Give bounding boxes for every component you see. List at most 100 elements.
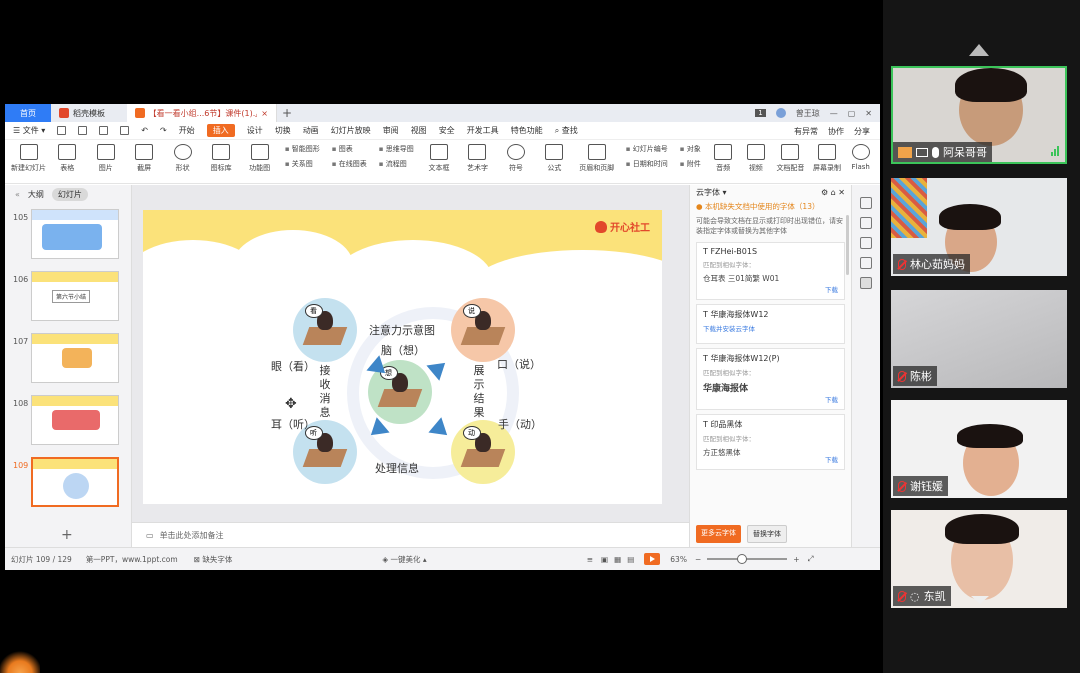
slide-editing-area[interactable]: 开心社工 看 说 想 听 动 注意力示意图 脑（想） 眼（看） 口（说） 手（动… bbox=[132, 185, 689, 522]
menu-security[interactable]: 安全 bbox=[439, 125, 455, 136]
font-card[interactable]: T 华康海报体W12(P) 匹配到相似字体： 华康海报体 下载 bbox=[696, 348, 845, 410]
play-slideshow-button[interactable] bbox=[644, 553, 661, 565]
new-tab-button[interactable]: + bbox=[277, 104, 297, 122]
textbox-button[interactable]: 文本框 bbox=[422, 144, 456, 173]
tab-slides[interactable]: 幻灯片 bbox=[51, 187, 88, 201]
undo-icon[interactable]: ↶ bbox=[141, 126, 148, 135]
symbol-button[interactable]: 符号 bbox=[499, 144, 533, 173]
reading-view-icon[interactable]: ▤ bbox=[627, 555, 634, 564]
menu-file[interactable]: ☰ 文件 ▾ bbox=[13, 125, 45, 136]
menu-features[interactable]: 特色功能 bbox=[511, 125, 543, 136]
screenshot-button[interactable]: 截屏 bbox=[127, 144, 161, 173]
animation-icon[interactable] bbox=[860, 237, 872, 249]
zoom-level[interactable]: 63% bbox=[670, 555, 687, 564]
participant-tile[interactable]: 阿呆哥哥 bbox=[891, 66, 1067, 164]
tab-outline[interactable]: 大纲 bbox=[28, 189, 44, 200]
menu-home[interactable]: 开始 bbox=[179, 125, 195, 136]
close-icon[interactable]: ✕ bbox=[838, 188, 845, 197]
formula-button[interactable]: 公式 bbox=[537, 144, 571, 173]
window-count-badge[interactable]: 1 bbox=[755, 109, 766, 117]
online-chart-button[interactable]: 在线图表 bbox=[332, 159, 367, 169]
replace-font-button[interactable]: 替换字体 bbox=[747, 525, 787, 543]
redo-icon[interactable]: ↷ bbox=[160, 126, 167, 135]
function-chart-button[interactable]: 功能图 bbox=[242, 144, 276, 173]
missing-font-status[interactable]: ⊠ 缺失字体 bbox=[194, 554, 233, 565]
slide-number-button[interactable]: 幻灯片编号 bbox=[626, 144, 668, 154]
menu-design[interactable]: 设计 bbox=[247, 125, 263, 136]
add-slide-button[interactable]: + bbox=[61, 527, 73, 543]
icon-library-button[interactable]: 图标库 bbox=[204, 144, 238, 173]
date-time-button[interactable]: 日期和时间 bbox=[626, 159, 668, 169]
more-cloud-fonts-button[interactable]: 更多云字体 bbox=[696, 525, 741, 543]
slide-thumb-109[interactable]: 109 bbox=[5, 455, 132, 513]
video-button[interactable]: 视频 bbox=[741, 144, 770, 173]
properties-icon[interactable] bbox=[860, 197, 872, 209]
font-card[interactable]: T 华康海报体W12 下载并安装云字体 bbox=[696, 304, 845, 344]
font-panel-scrollbar[interactable] bbox=[846, 215, 849, 275]
dubbing-button[interactable]: 文档配音 bbox=[774, 144, 807, 173]
export-pdf-icon[interactable] bbox=[78, 126, 88, 135]
screen-record-button[interactable]: 屏幕录制 bbox=[811, 144, 844, 173]
tab-document[interactable]: 【看一看小组...6节】课件(1).△ × bbox=[127, 104, 277, 122]
font-panel-title[interactable]: 云字体 ▾ bbox=[696, 187, 727, 198]
menu-developer[interactable]: 开发工具 bbox=[467, 125, 499, 136]
participant-tile[interactable]: 陈彬 bbox=[891, 290, 1067, 388]
settings-icon[interactable]: ⚙ bbox=[821, 188, 828, 197]
zoom-slider-knob[interactable] bbox=[737, 554, 748, 564]
tab-template[interactable]: 稻壳模板 bbox=[51, 104, 127, 122]
scroll-down-icon[interactable] bbox=[971, 596, 989, 604]
normal-view-icon[interactable]: ▣ bbox=[601, 555, 608, 564]
participant-tile[interactable]: 谢钰媛 bbox=[891, 400, 1067, 498]
user-avatar-icon[interactable] bbox=[775, 108, 786, 118]
menu-insert[interactable]: 插入 bbox=[206, 124, 235, 137]
header-footer-button[interactable]: 页眉和页脚 bbox=[576, 144, 618, 173]
user-name[interactable]: 曾王琼 bbox=[796, 108, 820, 119]
wordart-button[interactable]: 艺术字 bbox=[460, 144, 494, 173]
picture-button[interactable]: 图片 bbox=[88, 144, 122, 173]
shape-edit-icon[interactable] bbox=[860, 217, 872, 229]
flowchart-button[interactable]: 流程图 bbox=[379, 159, 414, 169]
share-button[interactable]: 分享 bbox=[854, 126, 870, 137]
attachment-button[interactable]: 附件 bbox=[680, 159, 701, 169]
menu-slideshow[interactable]: 幻灯片放映 bbox=[331, 125, 371, 136]
notes-area[interactable]: ▭ 单击此处添加备注 bbox=[132, 522, 689, 547]
chart-button[interactable]: 图表 bbox=[332, 144, 367, 154]
menu-review[interactable]: 审阅 bbox=[383, 125, 399, 136]
font-panel-toggle-icon[interactable] bbox=[860, 277, 872, 289]
font-card[interactable]: T 印品黑体 匹配到相似字体： 方正悠黑体 下载 bbox=[696, 414, 845, 470]
flash-button[interactable]: Flash bbox=[847, 144, 874, 171]
font-download-link[interactable]: 下载 bbox=[825, 284, 838, 294]
participant-tile[interactable]: ◌ 东凯 bbox=[891, 510, 1067, 608]
menu-search[interactable]: ⌕ 查找 bbox=[555, 125, 578, 136]
collapse-arrows-icon[interactable]: « bbox=[15, 190, 20, 199]
sync-status-button[interactable]: 有异常 bbox=[794, 126, 818, 137]
menu-transition[interactable]: 切换 bbox=[275, 125, 291, 136]
mindmap-button[interactable]: 思维导图 bbox=[379, 144, 414, 154]
audio-button[interactable]: 音频 bbox=[709, 144, 738, 173]
preview-icon[interactable] bbox=[120, 126, 130, 135]
zoom-slider[interactable] bbox=[707, 554, 788, 564]
collaborate-button[interactable]: 协作 bbox=[828, 126, 844, 137]
layers-icon[interactable] bbox=[860, 257, 872, 269]
pin-icon[interactable]: ⌂ bbox=[831, 188, 836, 197]
font-download-link[interactable]: 下载 bbox=[825, 454, 838, 464]
beautify-button[interactable]: ◈ 一键美化 ▴ bbox=[382, 554, 426, 565]
close-window-button[interactable]: ✕ bbox=[865, 109, 872, 118]
smart-graphic-button[interactable]: 智能图形 bbox=[285, 144, 320, 154]
tab-home[interactable]: 首页 bbox=[5, 104, 51, 122]
menu-view[interactable]: 视图 bbox=[411, 125, 427, 136]
current-slide[interactable]: 开心社工 看 说 想 听 动 注意力示意图 脑（想） 眼（看） 口（说） 手（动… bbox=[143, 210, 662, 504]
font-download-link[interactable]: 下载 bbox=[825, 394, 838, 404]
minimize-button[interactable]: — bbox=[830, 109, 838, 118]
fit-window-icon[interactable]: ⤢ bbox=[808, 554, 814, 564]
slide-thumb-105[interactable]: 105 bbox=[5, 207, 132, 265]
new-slide-button[interactable]: 新建幻灯片 bbox=[11, 144, 46, 173]
slide-thumb-108[interactable]: 108 bbox=[5, 393, 132, 451]
object-button[interactable]: 对象 bbox=[680, 144, 701, 154]
maximize-button[interactable]: ▢ bbox=[848, 109, 856, 118]
table-button[interactable]: 表格 bbox=[50, 144, 84, 173]
scroll-up-icon[interactable] bbox=[969, 44, 989, 56]
menu-animation[interactable]: 动画 bbox=[303, 125, 319, 136]
font-card[interactable]: T FZHei-B01S 匹配到相似字体： 仓耳表 三01简繁 W01 下载 bbox=[696, 242, 845, 300]
shape-button[interactable]: 形状 bbox=[165, 144, 199, 173]
